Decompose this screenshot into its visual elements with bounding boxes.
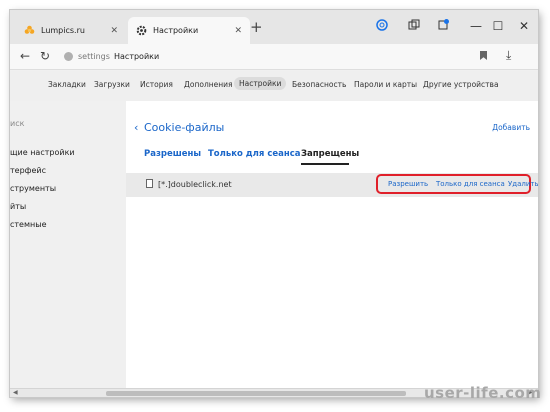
back-arrow-icon[interactable]: ← bbox=[20, 49, 30, 63]
tab-blocked[interactable]: Запрещены bbox=[301, 149, 359, 159]
session-only-button[interactable]: Только для сеанса bbox=[436, 180, 505, 188]
tab-settings[interactable]: Настройки ✕ bbox=[128, 17, 250, 44]
scroll-left-icon[interactable]: ◀ bbox=[13, 389, 18, 396]
orange-flower-icon bbox=[24, 25, 35, 36]
tab-allowed[interactable]: Разрешены bbox=[144, 149, 201, 159]
add-button[interactable]: Добавить bbox=[492, 123, 530, 132]
maximize-icon[interactable]: ☐ bbox=[490, 19, 506, 33]
cookie-domain: [*.]doubleclick.net bbox=[158, 180, 232, 189]
bookmark-icon[interactable] bbox=[480, 51, 487, 60]
active-tab-underline bbox=[301, 163, 349, 165]
settings-sidebar: иск щие настройки терфейс струменты йты … bbox=[10, 101, 125, 397]
allow-button[interactable]: Разрешить bbox=[388, 180, 428, 188]
page-title: Cookie-файлы bbox=[144, 121, 225, 134]
reload-icon[interactable]: ↻ bbox=[40, 49, 50, 63]
tab-strip: Lumpics.ru ✕ Настройки ✕ + — ☐ ✕ bbox=[10, 10, 538, 44]
list-item[interactable]: [*.]doubleclick.net Разрешить Только для… bbox=[126, 173, 538, 197]
close-icon[interactable]: ✕ bbox=[516, 19, 532, 33]
settings-nav: Закладки Загрузки История Дополнения Нас… bbox=[10, 71, 538, 101]
tab-lumpics[interactable]: Lumpics.ru ✕ bbox=[16, 17, 126, 44]
address-protocol[interactable]: settings bbox=[78, 52, 110, 61]
notification-dot bbox=[444, 19, 449, 24]
nav-downloads[interactable]: Загрузки bbox=[94, 80, 130, 89]
nav-bookmarks[interactable]: Закладки bbox=[48, 80, 86, 89]
sidebar-item-system[interactable]: стемные bbox=[10, 220, 46, 229]
tab-title: Lumpics.ru bbox=[41, 26, 85, 35]
close-tab-icon[interactable]: ✕ bbox=[234, 26, 242, 36]
watermark: user-life.com bbox=[424, 384, 542, 402]
back-chevron-icon[interactable]: ‹ bbox=[134, 121, 138, 134]
nav-history[interactable]: История bbox=[140, 80, 173, 89]
document-icon bbox=[146, 179, 153, 188]
nav-other-devices[interactable]: Другие устройства bbox=[423, 80, 499, 89]
tab-session-only[interactable]: Только для сеанса bbox=[208, 149, 301, 159]
tab-title: Настройки bbox=[153, 26, 199, 35]
yandex-circle-icon[interactable] bbox=[374, 19, 390, 34]
nav-extensions[interactable]: Дополнения bbox=[184, 80, 233, 89]
sidebar-item-interface[interactable]: терфейс bbox=[10, 166, 46, 175]
nav-settings[interactable]: Настройки bbox=[234, 77, 287, 90]
delete-button[interactable]: Удалить bbox=[508, 180, 538, 188]
cookie-panel: ‹ Cookie-файлы Добавить Разрешены Только… bbox=[126, 101, 538, 391]
sidebar-item-general[interactable]: щие настройки bbox=[10, 148, 75, 157]
close-tab-icon[interactable]: ✕ bbox=[110, 26, 118, 36]
gear-icon bbox=[136, 25, 147, 36]
settings-site-icon bbox=[64, 52, 73, 61]
minimize-icon[interactable]: — bbox=[468, 19, 484, 33]
address-bar: ← ↻ settings Настройки ⤓ bbox=[10, 44, 538, 70]
tablet-icon[interactable] bbox=[406, 19, 422, 34]
sidebar-item-tools[interactable]: струменты bbox=[10, 184, 56, 193]
address-title[interactable]: Настройки bbox=[114, 52, 159, 61]
browser-window: Lumpics.ru ✕ Настройки ✕ + — ☐ ✕ ← ↻ set… bbox=[10, 10, 538, 397]
sidebar-search[interactable]: иск bbox=[10, 119, 24, 128]
scrollbar-thumb[interactable] bbox=[106, 391, 406, 396]
nav-passwords[interactable]: Пароли и карты bbox=[354, 80, 417, 89]
sidebar-item-sites[interactable]: йты bbox=[10, 202, 26, 211]
download-icon[interactable]: ⤓ bbox=[506, 48, 511, 63]
new-tab-button[interactable]: + bbox=[250, 20, 263, 35]
nav-security[interactable]: Безопасность bbox=[292, 80, 346, 89]
